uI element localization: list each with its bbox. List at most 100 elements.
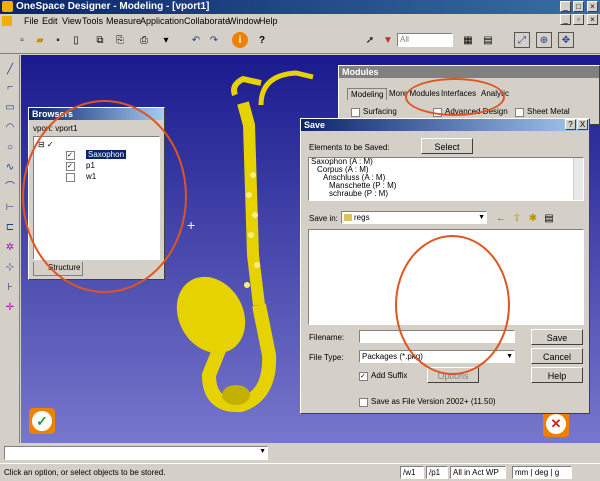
annotation-oval-modules <box>405 78 505 116</box>
command-input[interactable]: ▼ <box>4 446 268 460</box>
view-tool-2-icon[interactable]: ▤ <box>480 32 496 48</box>
help-button[interactable]: Help <box>531 367 583 383</box>
element-item[interactable]: schraube (P : M) <box>329 190 388 198</box>
menu-application[interactable]: Application <box>140 14 184 28</box>
add-suffix-checkbox[interactable]: ✓ <box>359 372 368 381</box>
sheet-metal-checkbox[interactable] <box>515 108 524 117</box>
redo-icon[interactable]: ↷ <box>206 32 222 48</box>
line-tool-icon[interactable]: ╱ <box>3 63 17 77</box>
point-tool-icon[interactable]: ✛ <box>3 301 17 315</box>
paste-icon[interactable]: ⎘ <box>112 32 128 48</box>
print-icon[interactable]: ⎙ <box>136 32 152 48</box>
save-as-version-checkbox[interactable] <box>359 398 368 407</box>
new-file-icon[interactable]: ▫ <box>14 32 30 48</box>
status-field-units: mm | deg | g <box>512 466 572 479</box>
measure-tool-icon[interactable]: ⊦ <box>3 281 17 295</box>
select-arrow-icon[interactable]: ➚ <box>362 32 378 48</box>
app-icon <box>2 1 13 12</box>
folder-icon <box>344 214 352 221</box>
menu-measure[interactable]: Measure <box>106 14 141 28</box>
fit-view-icon[interactable]: ⤢ <box>514 32 530 48</box>
save-as-version-label: Save as File Version 2002+ (11.50) <box>371 397 496 406</box>
left-toolbar: ╱ ⌐ ▭ ◠ ○ ∿ ⌒ ⊢ ⊏ ✲ ⊹ ⊦ ✛ <box>0 55 20 443</box>
dialog-help-button[interactable]: ? <box>565 119 576 130</box>
cancel-button[interactable]: Cancel <box>531 348 583 364</box>
menu-edit[interactable]: Edit <box>42 14 58 28</box>
elements-list[interactable]: Saxophon (A : M) Corpus (A : M) Anschlus… <box>308 157 584 201</box>
save-button[interactable]: Save <box>531 329 583 345</box>
doc-minimize-button[interactable]: _ <box>560 14 571 25</box>
menu-collaborate[interactable]: Collaborate <box>184 14 230 28</box>
help-icon[interactable]: ? <box>254 32 270 48</box>
filter-icon[interactable]: ▼ <box>380 32 396 48</box>
annotation-oval-filelist <box>395 235 510 375</box>
save-in-select[interactable]: regs ▼ <box>341 211 487 224</box>
modules-tab-modeling[interactable]: Modeling <box>347 88 388 100</box>
chevron-down-icon: ▼ <box>506 353 513 360</box>
doc-restore-button[interactable]: ▫ <box>573 14 584 25</box>
menu-view[interactable]: View <box>62 14 81 28</box>
status-field-workplane: /w1 <box>400 466 424 479</box>
surfacing-checkbox[interactable] <box>351 108 360 117</box>
sheet-metal-label: Sheet Metal <box>527 107 570 116</box>
spline-tool-icon[interactable]: ∿ <box>3 161 17 175</box>
tools-dropdown-icon[interactable]: ▾ <box>158 32 174 48</box>
arc-tool-icon[interactable]: ◠ <box>3 121 17 135</box>
status-bar: Click an option, or select objects to be… <box>0 463 600 481</box>
menu-tools[interactable]: Tools <box>82 14 103 28</box>
save-in-value: regs <box>354 213 370 222</box>
view-tool-1-icon[interactable]: ▦ <box>460 32 476 48</box>
polyline-tool-icon[interactable]: ⌐ <box>3 81 17 95</box>
pan-icon[interactable]: ✥ <box>558 32 574 48</box>
close-button[interactable]: × <box>587 1 598 12</box>
info-icon[interactable]: i <box>232 32 248 48</box>
delete-icon[interactable]: ▯ <box>68 32 84 48</box>
chevron-down-icon: ▼ <box>478 214 485 221</box>
chevron-down-icon: ▼ <box>259 448 266 455</box>
trim-tool-icon[interactable]: ⊢ <box>3 201 17 215</box>
dialog-close-button[interactable]: X <box>577 119 588 130</box>
doc-icon <box>2 16 12 26</box>
surfacing-label: Surfacing <box>363 107 397 116</box>
annotation-oval-browser <box>22 100 187 293</box>
command-bar: ▼ <box>0 443 600 463</box>
select-button[interactable]: Select <box>421 138 473 154</box>
filename-label: Filename: <box>309 333 345 342</box>
accept-icon[interactable]: ✓ <box>29 408 55 434</box>
undo-icon[interactable]: ↶ <box>188 32 204 48</box>
save-dialog-title: Save <box>301 119 589 131</box>
new-folder-icon[interactable]: ✱ <box>525 210 541 226</box>
circle-tool-icon[interactable]: ○ <box>3 141 17 155</box>
doc-close-button[interactable]: × <box>587 14 598 25</box>
window-title: OneSpace Designer - Modeling - [vport1] <box>16 1 210 12</box>
open-folder-icon[interactable]: ▰ <box>32 32 48 48</box>
rect-tool-icon[interactable]: ▭ <box>3 101 17 115</box>
add-suffix-label: Add Suffix <box>371 371 408 380</box>
elements-label: Elements to be Saved: <box>309 143 390 152</box>
menu-file[interactable]: File <box>24 14 39 28</box>
status-field-scope: All in Act WP <box>450 466 506 479</box>
menu-window[interactable]: Window <box>228 14 260 28</box>
menu-bar: File Edit View Tools Measure Application… <box>0 14 600 28</box>
dimension-tool-icon[interactable]: ⊹ <box>3 261 17 275</box>
main-toolbar: ▫ ▰ ▪ ▯ ⧉ ⎘ ⎙ ▾ ↶ ↷ i ? ➚ ▼ All ▦ ▤ ⤢ ⊕ … <box>0 28 600 54</box>
maximize-button[interactable]: □ <box>573 1 584 12</box>
back-icon[interactable]: ← <box>493 210 509 226</box>
elements-scrollbar[interactable] <box>573 158 583 200</box>
extrude-tool-icon[interactable]: ⊏ <box>3 221 17 235</box>
fillet-tool-icon[interactable]: ⌒ <box>3 181 17 195</box>
save-icon[interactable]: ▪ <box>50 32 66 48</box>
zoom-icon[interactable]: ⊕ <box>536 32 552 48</box>
filter-select[interactable]: All <box>397 33 453 47</box>
minimize-button[interactable]: _ <box>560 1 571 12</box>
menu-help[interactable]: Help <box>259 14 278 28</box>
cancel-op-icon[interactable]: ✕ <box>543 411 569 437</box>
copy-icon[interactable]: ⧉ <box>92 32 108 48</box>
window-title-bar: OneSpace Designer - Modeling - [vport1] <box>0 0 600 14</box>
view-menu-icon[interactable]: ▤ <box>541 210 557 226</box>
up-folder-icon[interactable]: ⇪ <box>509 210 525 226</box>
mirror-tool-icon[interactable]: ✲ <box>3 241 17 255</box>
filter-value: All <box>400 35 409 44</box>
status-message: Click an option, or select objects to be… <box>4 468 166 477</box>
modules-title: Modules <box>339 66 599 78</box>
